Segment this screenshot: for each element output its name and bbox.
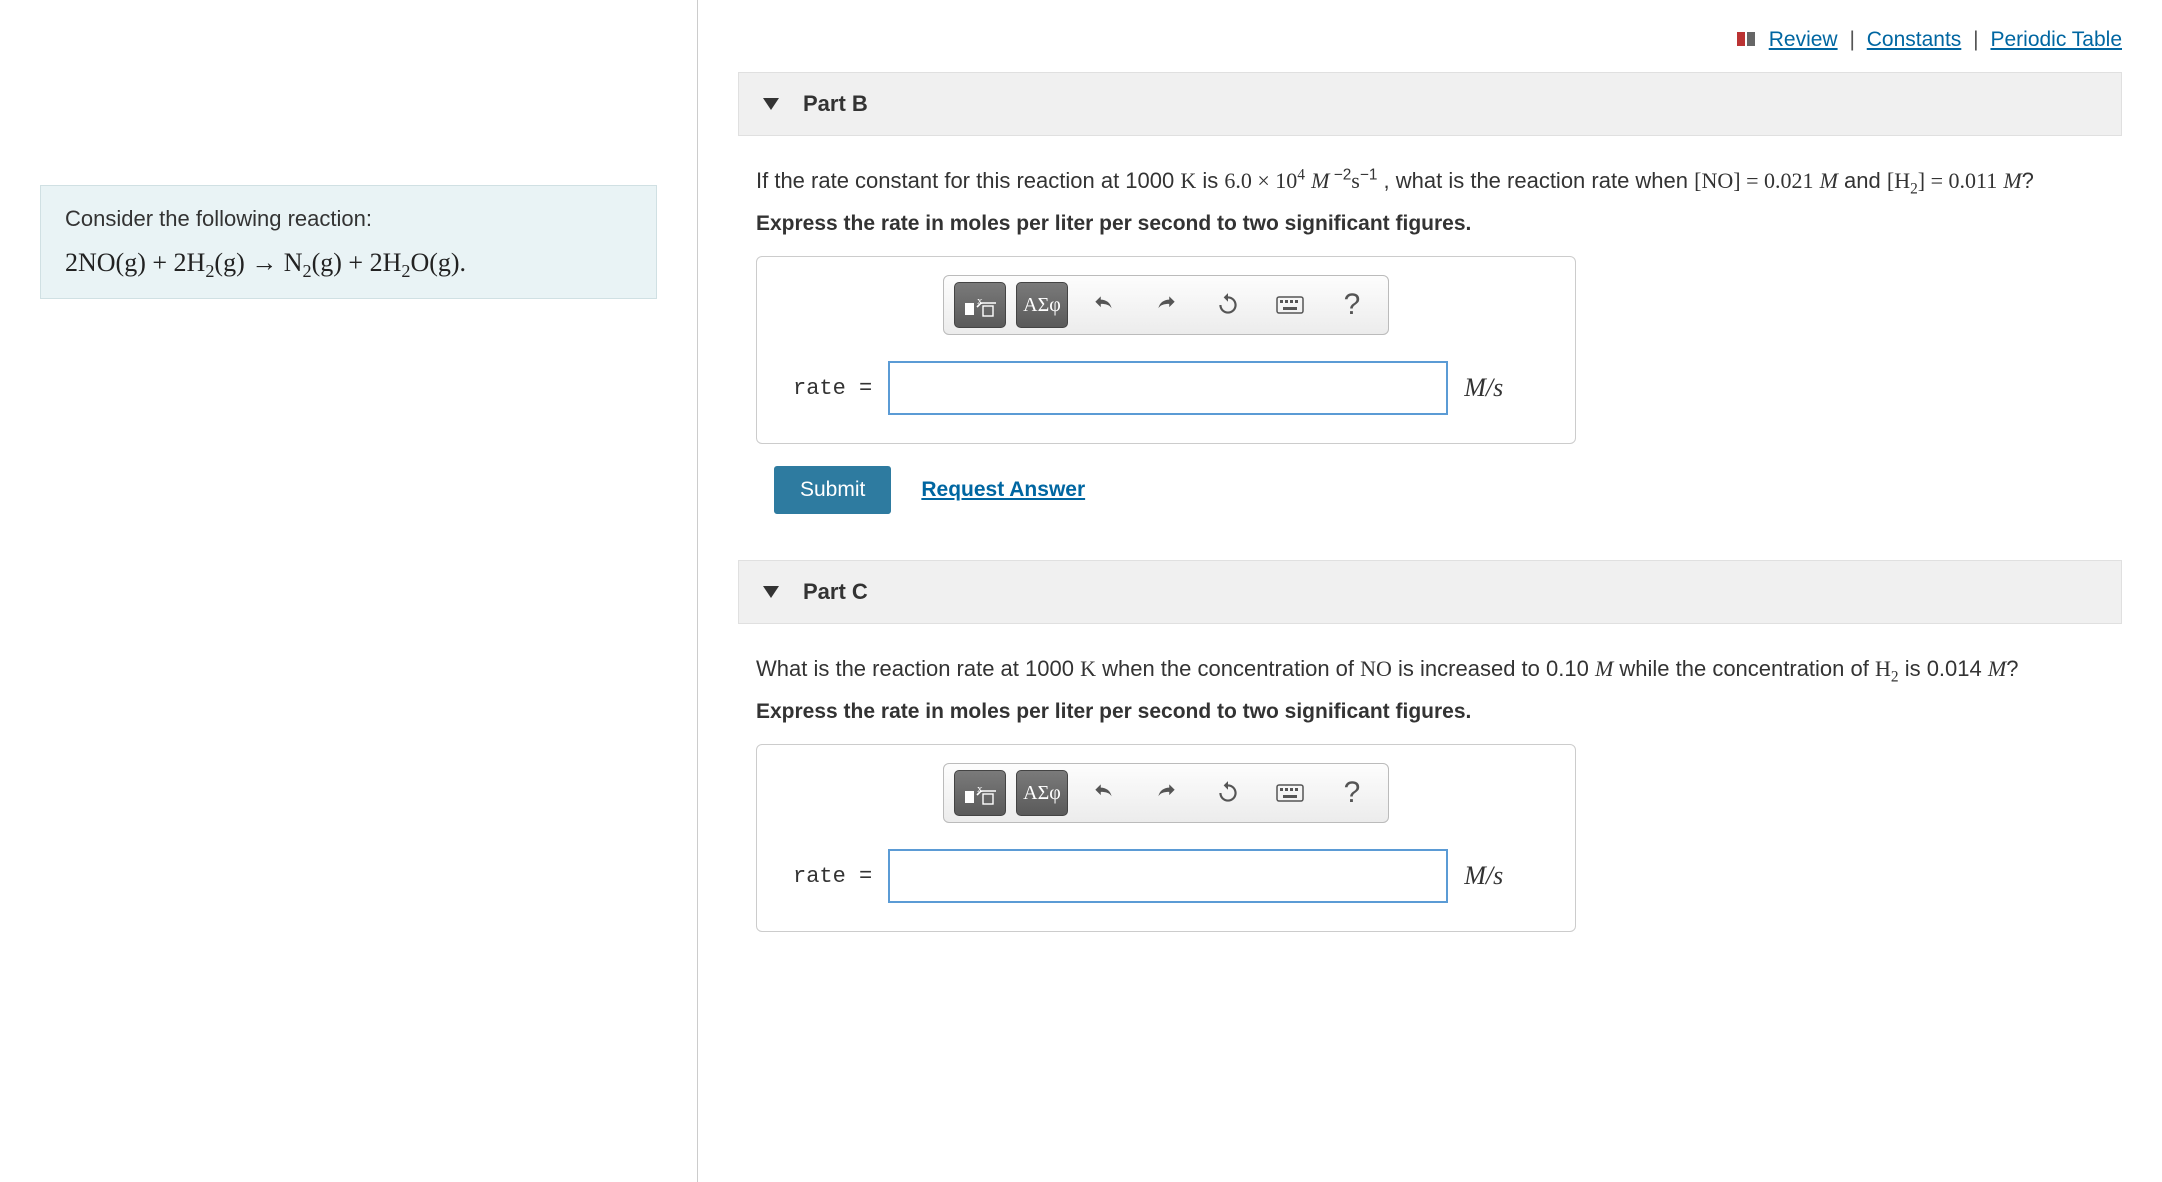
left-column: Consider the following reaction: 2NO(g) … bbox=[0, 0, 698, 1182]
part-b-actions: Submit Request Answer bbox=[756, 466, 2104, 514]
request-answer-link[interactable]: Request Answer bbox=[921, 478, 1085, 502]
template-button[interactable]: x bbox=[954, 770, 1006, 816]
part-c-body: What is the reaction rate at 1000 K when… bbox=[738, 652, 2122, 932]
reset-button[interactable] bbox=[1202, 282, 1254, 328]
undo-button[interactable] bbox=[1078, 282, 1130, 328]
greek-button[interactable]: ΑΣφ bbox=[1016, 282, 1068, 328]
part-b-instruction: Express the rate in moles per liter per … bbox=[756, 212, 2104, 236]
part-b-answer-input[interactable] bbox=[888, 361, 1448, 415]
reaction-equation: 2NO(g) + 2H2(g) → N2(g) + 2H2O(g). bbox=[65, 248, 632, 278]
undo-button[interactable] bbox=[1078, 770, 1130, 816]
part-b-body: If the rate constant for this reaction a… bbox=[738, 164, 2122, 514]
part-b-title: Part B bbox=[803, 91, 868, 117]
greek-button[interactable]: ΑΣφ bbox=[1016, 770, 1068, 816]
part-c-answer-input[interactable] bbox=[888, 849, 1448, 903]
submit-button[interactable]: Submit bbox=[774, 466, 891, 514]
reaction-prompt: Consider the following reaction: bbox=[65, 206, 632, 232]
help-button[interactable]: ? bbox=[1326, 282, 1378, 328]
chevron-down-icon bbox=[763, 586, 779, 598]
part-c-answer-box: x ΑΣφ bbox=[756, 744, 1576, 932]
part-b-answer-box: x ΑΣφ bbox=[756, 256, 1576, 444]
constants-link[interactable]: Constants bbox=[1867, 28, 1962, 51]
part-b-header[interactable]: Part B bbox=[738, 72, 2122, 136]
part-b-input-row: rate = M/s bbox=[779, 361, 1553, 415]
unit-label: M/s bbox=[1464, 373, 1503, 403]
top-links-bar: Review | Constants | Periodic Table bbox=[738, 28, 2122, 54]
equation-toolbar: x ΑΣφ bbox=[943, 275, 1389, 335]
part-c-title: Part C bbox=[803, 579, 868, 605]
part-c-input-row: rate = M/s bbox=[779, 849, 1553, 903]
periodic-table-link[interactable]: Periodic Table bbox=[1990, 28, 2122, 51]
help-button[interactable]: ? bbox=[1326, 770, 1378, 816]
reaction-info-box: Consider the following reaction: 2NO(g) … bbox=[40, 185, 657, 299]
part-c-question: What is the reaction rate at 1000 K when… bbox=[756, 652, 2104, 686]
part-c-instruction: Express the rate in moles per liter per … bbox=[756, 700, 2104, 724]
equation-toolbar: x ΑΣφ bbox=[943, 763, 1389, 823]
keyboard-button[interactable] bbox=[1264, 282, 1316, 328]
unit-label: M/s bbox=[1464, 861, 1503, 891]
redo-button[interactable] bbox=[1140, 770, 1192, 816]
separator: | bbox=[1843, 28, 1860, 51]
template-button[interactable]: x bbox=[954, 282, 1006, 328]
rate-label: rate = bbox=[793, 376, 872, 401]
flag-icon bbox=[1737, 30, 1757, 54]
redo-button[interactable] bbox=[1140, 282, 1192, 328]
reset-button[interactable] bbox=[1202, 770, 1254, 816]
right-column: Review | Constants | Periodic Table Part… bbox=[698, 0, 2162, 1182]
keyboard-button[interactable] bbox=[1264, 770, 1316, 816]
chevron-down-icon bbox=[763, 98, 779, 110]
part-b-question: If the rate constant for this reaction a… bbox=[756, 164, 2104, 198]
part-c-header[interactable]: Part C bbox=[738, 560, 2122, 624]
separator: | bbox=[1967, 28, 1984, 51]
review-link[interactable]: Review bbox=[1769, 28, 1838, 51]
rate-label: rate = bbox=[793, 864, 872, 889]
